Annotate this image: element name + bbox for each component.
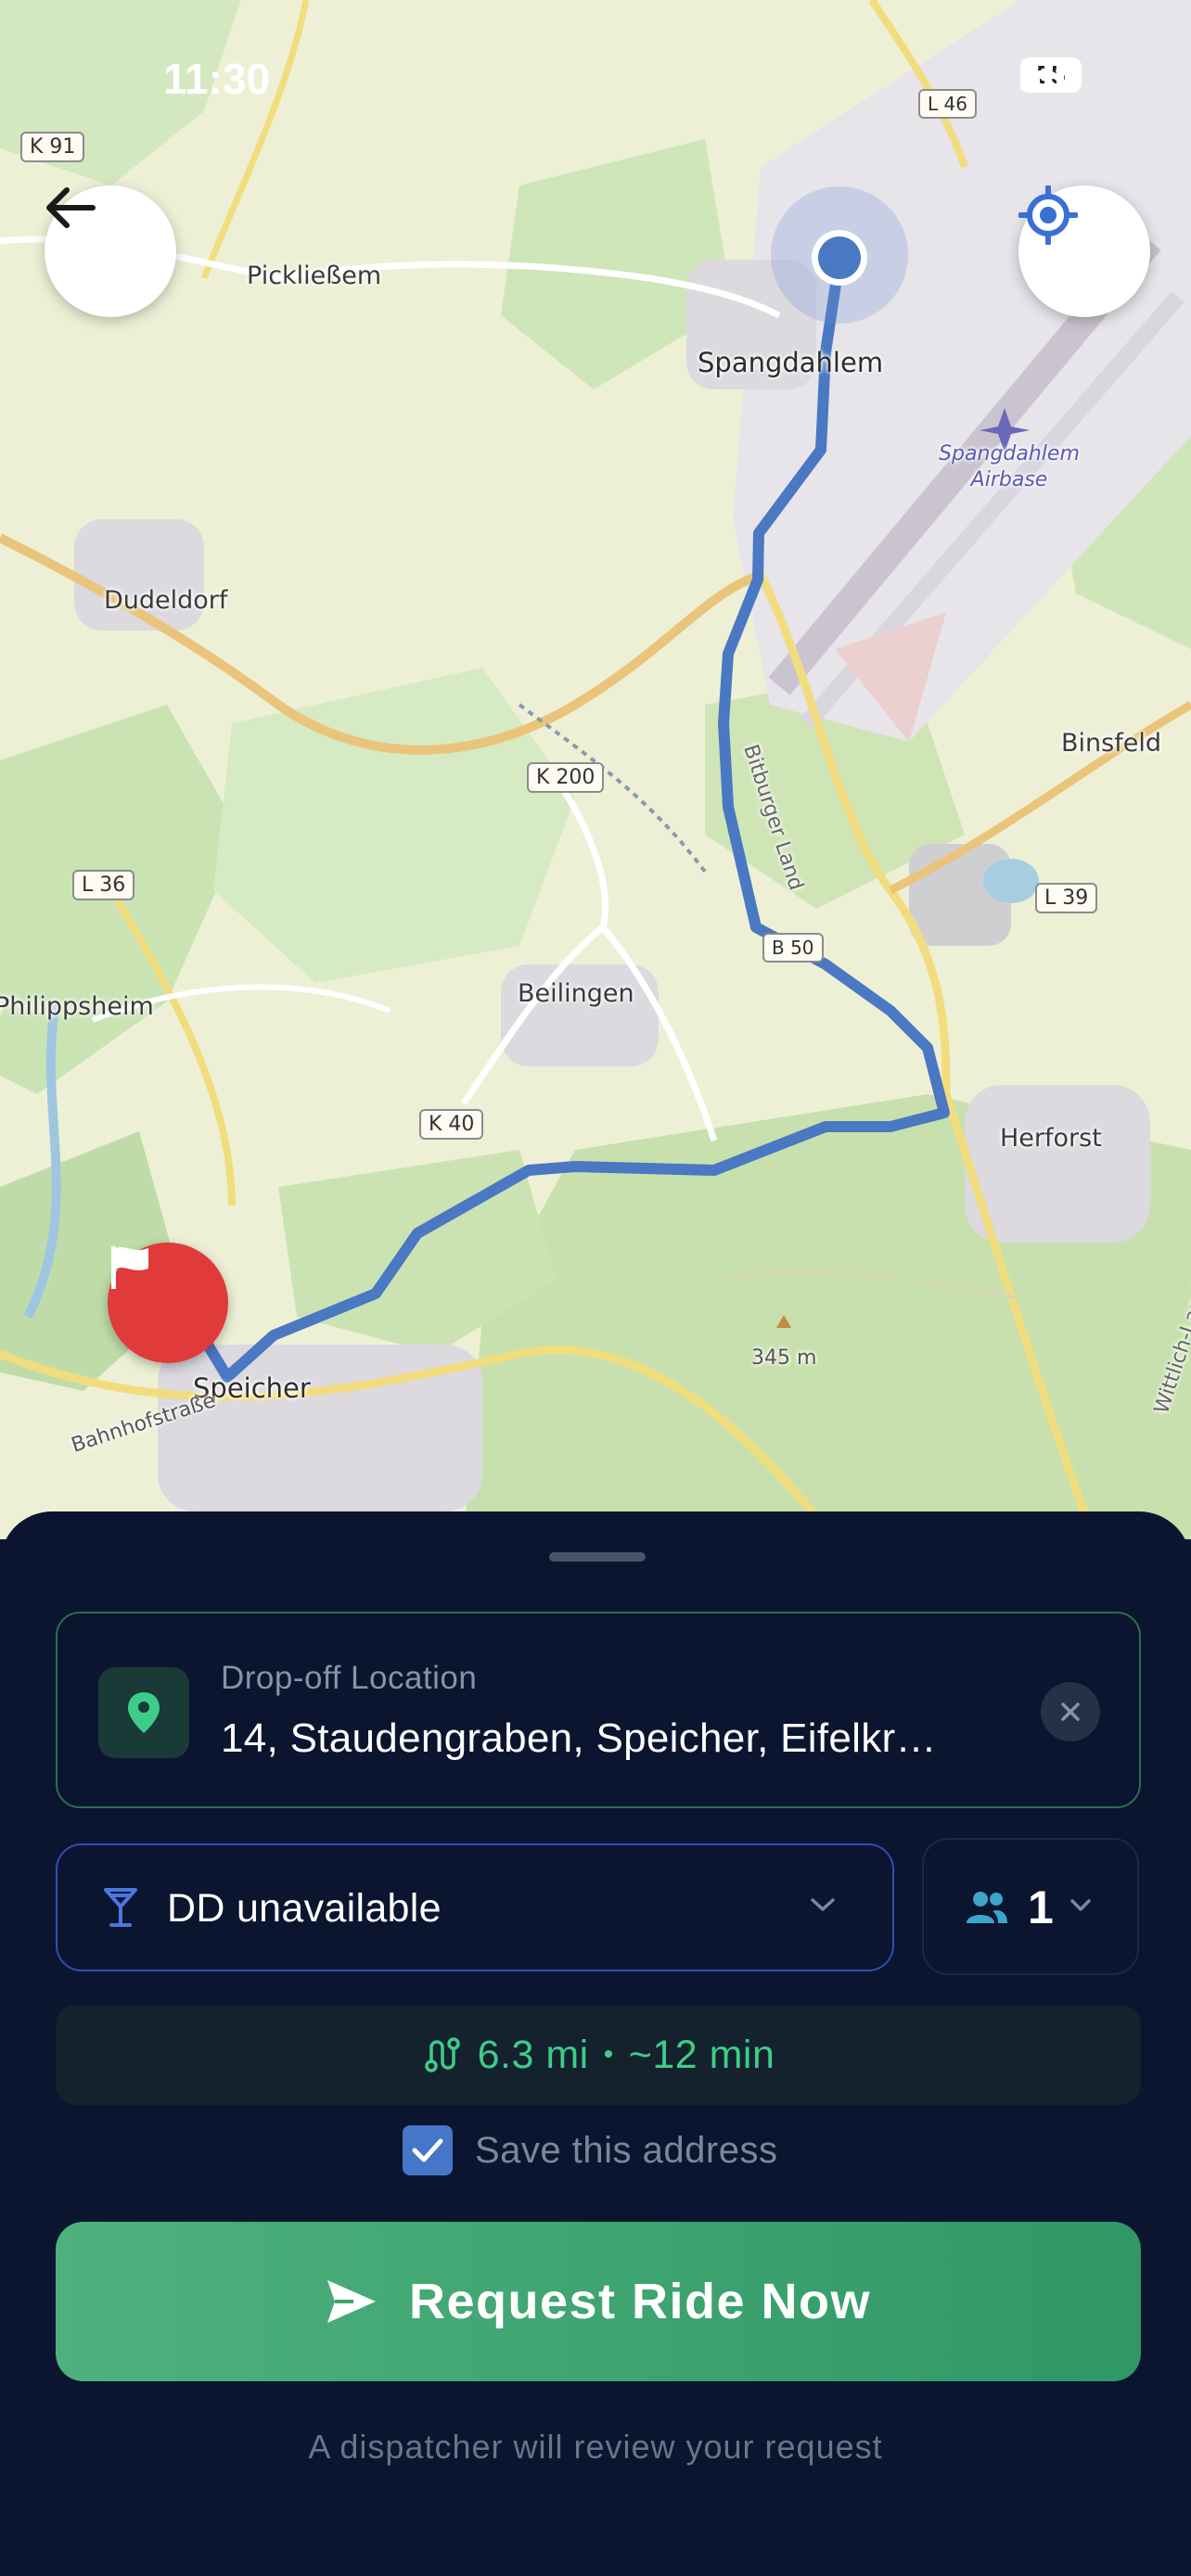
map-label: Dudeldorf <box>104 586 228 615</box>
map-label: K 40 <box>419 1109 484 1140</box>
request-ride-button[interactable]: Request Ride Now <box>56 2222 1141 2381</box>
dd-select-value: DD unavailable <box>167 1886 442 1931</box>
status-time: 11:30 <box>163 55 271 103</box>
map-label: L 36 <box>72 870 135 900</box>
map-label: Beilingen <box>518 979 634 1008</box>
route-distance: 6.3 mi <box>477 2032 589 2077</box>
users-icon <box>967 1892 1007 1923</box>
dropoff-label: Drop-off Location <box>221 1660 478 1696</box>
clear-dropoff-button[interactable] <box>1041 1682 1100 1741</box>
back-button[interactable] <box>45 185 176 317</box>
map-label: L 46 <box>918 89 977 119</box>
save-address-row[interactable]: Save this address <box>403 2125 777 2175</box>
crosshair-icon <box>1018 185 1078 245</box>
cocktail-icon <box>104 1888 137 1927</box>
map-label: K 91 <box>20 132 85 162</box>
map-label: 345 m <box>751 1346 817 1370</box>
ride-request-sheet: Drop-off Location 14, Staudengraben, Spe… <box>0 1511 1191 2576</box>
map-label: K 200 <box>527 762 605 793</box>
route-duration: ~12 min <box>628 2032 775 2077</box>
map-label: B 50 <box>762 933 824 963</box>
location-pin-icon <box>128 1692 160 1733</box>
dropoff-field[interactable]: Drop-off Location 14, Staudengraben, Spe… <box>56 1612 1141 1808</box>
map-label: Herforst <box>1000 1124 1102 1153</box>
route-icon <box>424 2037 460 2072</box>
route-summary: 6.3 mi • ~12 min <box>56 2005 1141 2105</box>
close-icon <box>1061 1702 1080 1721</box>
dd-select[interactable]: DD unavailable <box>56 1843 894 1971</box>
passenger-count: 1 <box>1028 1881 1054 1933</box>
wifi-icon <box>1020 57 1069 93</box>
send-icon <box>327 2280 376 2323</box>
dispatcher-note: A dispatcher will review your request <box>308 2428 883 2466</box>
map-label: Philippsheim <box>0 992 154 1021</box>
save-address-checkbox[interactable] <box>403 2125 453 2175</box>
chevron-down-icon <box>1070 1899 1091 1911</box>
map-view[interactable]: 11:30 55 K 91 Pickließem Spangdahlem Spa… <box>0 0 1191 1539</box>
destination-flag-marker[interactable] <box>108 1243 228 1363</box>
map-label: Spangdahlem Airbase <box>939 442 1080 491</box>
location-pin-icon-box <box>98 1667 189 1758</box>
request-ride-label: Request Ride Now <box>408 2274 872 2329</box>
route-separator: • <box>603 2039 614 2070</box>
passenger-count-select[interactable]: 1 <box>922 1838 1139 1975</box>
my-location-button[interactable] <box>1018 185 1150 317</box>
chevron-down-icon <box>811 1898 835 1911</box>
map-label: Pickließem <box>247 261 382 290</box>
arrow-left-icon <box>46 187 96 228</box>
status-icons: 55 <box>1020 57 1082 93</box>
save-address-label: Save this address <box>475 2129 778 2171</box>
map-label: L 39 <box>1035 883 1098 913</box>
check-icon <box>412 2138 443 2162</box>
flag-icon <box>111 1246 148 1289</box>
dropoff-address[interactable]: 14, Staudengraben, Speicher, Eifelkr… <box>221 1715 1028 1762</box>
map-label: Spangdahlem <box>698 347 884 378</box>
sheet-handle[interactable] <box>549 1552 646 1562</box>
map-label: Binsfeld <box>1061 729 1161 758</box>
